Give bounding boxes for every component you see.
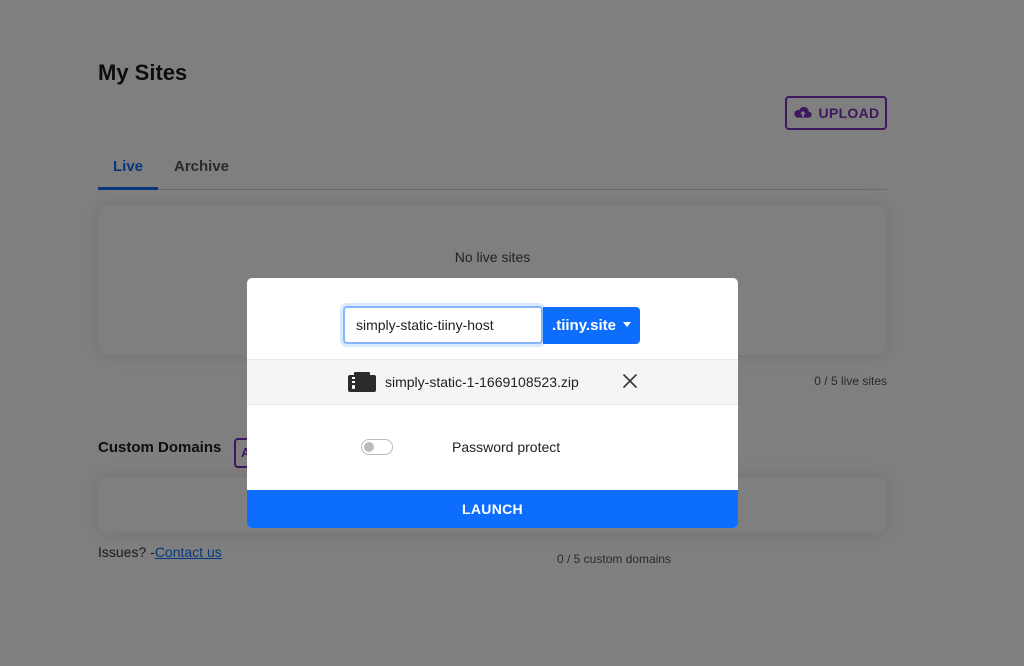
password-protect-toggle[interactable] [361,439,393,455]
launch-button[interactable]: LAUNCH [247,490,738,528]
domain-suffix-dropdown[interactable]: .tiiny.site [543,307,640,344]
password-protect-label: Password protect [452,439,561,455]
toggle-knob [364,442,374,452]
remove-file-icon[interactable] [621,372,639,390]
uploaded-file-row: simply-static-1-1669108523.zip [247,359,738,405]
password-row: Password protect [247,405,738,490]
caret-down-icon [622,322,631,327]
file-name: simply-static-1-1669108523.zip [385,374,579,390]
domain-suffix-label: .tiiny.site [552,317,616,334]
zip-file-icon [348,372,376,392]
subdomain-row: .tiiny.site [247,278,738,359]
subdomain-input[interactable] [343,306,543,344]
launch-site-modal: .tiiny.site simply-static-1-1669108523.z… [247,278,738,528]
